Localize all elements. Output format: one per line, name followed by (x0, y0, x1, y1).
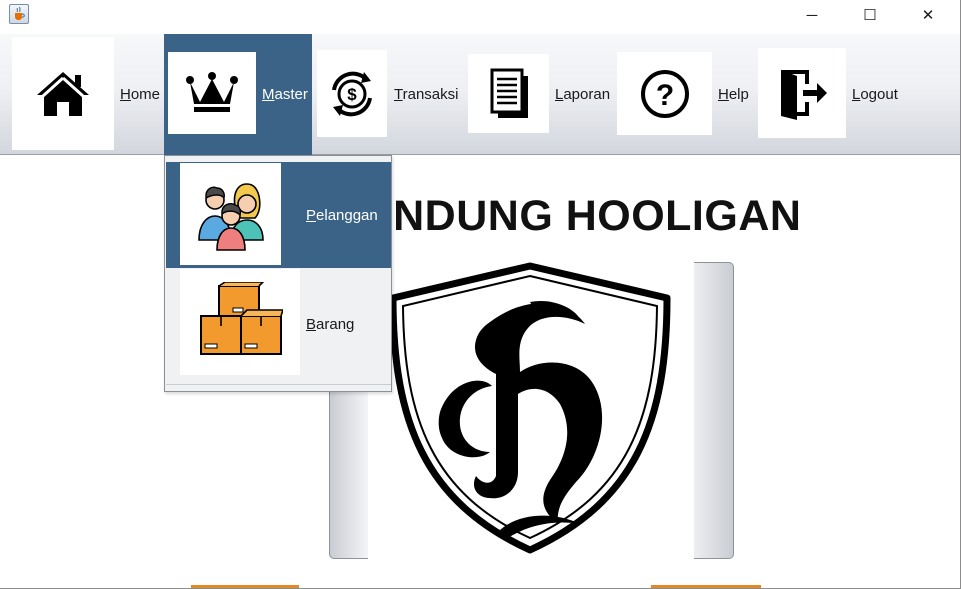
menu-master[interactable]: Master (164, 34, 312, 155)
bottom-edge-strip-left (191, 585, 299, 588)
master-dropdown-menu: Pelanggan Barang (164, 155, 392, 392)
dropdown-item-barang[interactable]: Barang (166, 268, 391, 375)
java-cup-icon (9, 4, 29, 24)
boxes-icon (180, 269, 300, 375)
dropdown-item-barang-label: Barang (306, 316, 355, 333)
menu-help-label: Help (718, 86, 749, 103)
maximize-button[interactable]: ☐ (841, 0, 899, 30)
menu-logout[interactable]: Logout (754, 34, 904, 155)
svg-text:$: $ (347, 85, 357, 104)
crown-icon (168, 52, 256, 134)
menu-laporan-label: Laporan (555, 86, 611, 103)
menu-transaksi[interactable]: $ Transaksi (312, 34, 462, 155)
house-icon (12, 37, 114, 150)
title-bar: ─ ☐ ✕ (0, 0, 960, 30)
page-heading: BANDUNG HOOLIGAN (330, 192, 802, 240)
menu-laporan[interactable]: Laporan (462, 34, 614, 155)
menu-logout-label: Logout (852, 86, 898, 103)
application-window: ─ ☐ ✕ Home Master $ Transaksi Laporan ? … (0, 0, 961, 589)
close-button[interactable]: ✕ (899, 0, 957, 30)
money-exchange-icon: $ (317, 50, 387, 137)
menu-home[interactable]: Home (0, 34, 163, 155)
menu-home-label: Home (120, 86, 161, 103)
shield-letter-h-logo (389, 262, 671, 554)
people-group-icon (180, 163, 281, 265)
minimize-button[interactable]: ─ (783, 0, 841, 30)
bottom-edge-strip-right (651, 585, 761, 588)
svg-text:?: ? (655, 79, 673, 112)
dropdown-item-pelanggan-label: Pelanggan (306, 207, 378, 224)
dropdown-separator (166, 384, 391, 385)
question-icon: ? (617, 52, 712, 135)
logout-door-icon (758, 48, 846, 138)
menu-help[interactable]: ? Help (614, 34, 754, 155)
documents-icon (468, 54, 549, 133)
main-menubar: Home Master $ Transaksi Laporan ? Help L… (0, 34, 960, 155)
menu-transaksi-label: Transaksi (394, 86, 459, 103)
dropdown-item-pelanggan[interactable]: Pelanggan (166, 162, 391, 268)
menu-master-label: Master (262, 86, 308, 103)
